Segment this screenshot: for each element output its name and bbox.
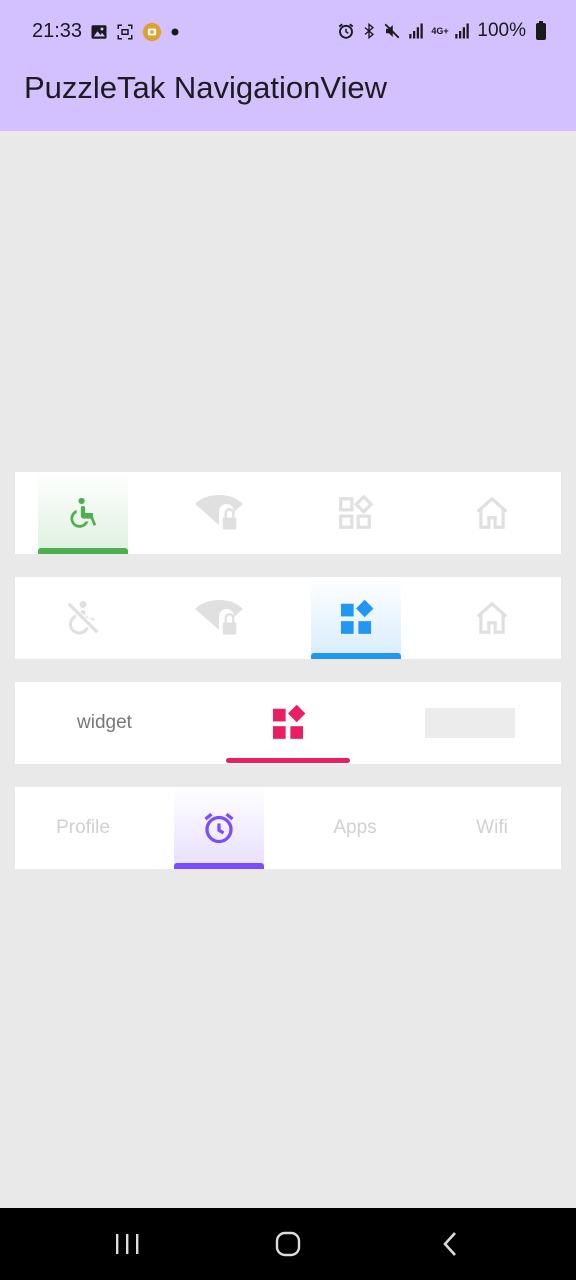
tab-widgets[interactable] [310,472,400,554]
alarm-icon [204,812,234,844]
tab-wifi[interactable]: Wifi [447,787,537,869]
4g-signal-icon [455,23,470,39]
navigation-view-1 [15,472,561,554]
tab-widgets[interactable] [226,682,350,764]
tab-widget-label[interactable]: widget [37,682,172,764]
tab-alarm[interactable] [174,787,264,869]
tab-label: Profile [56,817,110,838]
accessible-icon [70,497,97,528]
tab-label: Wifi [476,817,508,838]
tab-home[interactable] [447,472,537,554]
tab-widgets[interactable] [311,577,401,659]
tab-profile[interactable]: Profile [38,787,128,869]
selected-indicator [311,653,401,659]
tab-apps[interactable]: Apps [310,787,400,869]
tab-home[interactable] [447,577,537,659]
home-icon [476,601,508,634]
recents-button[interactable] [107,1228,147,1260]
widgets-icon [340,599,374,634]
tab-accessible[interactable] [38,472,128,554]
navigation-view-3: widget [15,682,561,764]
not-accessible-icon [67,601,99,635]
app-bar: PuzzleTak NavigationView [0,66,576,131]
widgets-icon [272,704,306,739]
app-notification-icon [142,22,162,42]
system-navigation-bar [0,1208,576,1280]
tab-wifi-lock[interactable] [174,577,264,659]
battery-icon [536,20,546,40]
network-type-label: 4G+ [431,25,449,36]
alarm-icon [339,23,354,39]
wifi-lock-icon [195,495,243,530]
widgets-icon [339,494,374,529]
home-icon [476,496,508,529]
selected-indicator [174,863,264,869]
selected-indicator [226,758,350,763]
status-bar: 21:33 4G+ 100% [0,0,576,66]
dot-icon [171,28,179,36]
tab-not-accessible[interactable] [38,577,128,659]
status-right-icons: 4G+ 100% [337,20,546,42]
tab-label: widget [77,712,132,733]
placeholder-box [425,708,515,738]
home-circle-icon [275,1231,301,1257]
screenshot-icon [117,24,133,40]
mute-icon [384,23,400,39]
navigation-view-2 [15,577,561,659]
recents-icon [116,1234,139,1254]
home-button[interactable] [268,1228,308,1260]
status-time: 21:33 [32,20,83,42]
tab-label: Apps [333,817,377,838]
signal-icon [409,23,424,39]
app-title: PuzzleTak NavigationView [24,70,388,105]
image-icon [91,25,107,39]
selected-indicator [38,548,128,554]
battery-percent: 100% [477,20,526,41]
status-left-icons [90,22,180,42]
back-button[interactable] [430,1228,470,1260]
tab-placeholder[interactable] [405,682,535,764]
tab-wifi-lock[interactable] [174,472,264,554]
bluetooth-icon [364,22,375,40]
back-icon [443,1232,456,1256]
wifi-lock-icon [195,600,243,635]
navigation-view-4: Profile Apps Wifi [15,787,561,869]
